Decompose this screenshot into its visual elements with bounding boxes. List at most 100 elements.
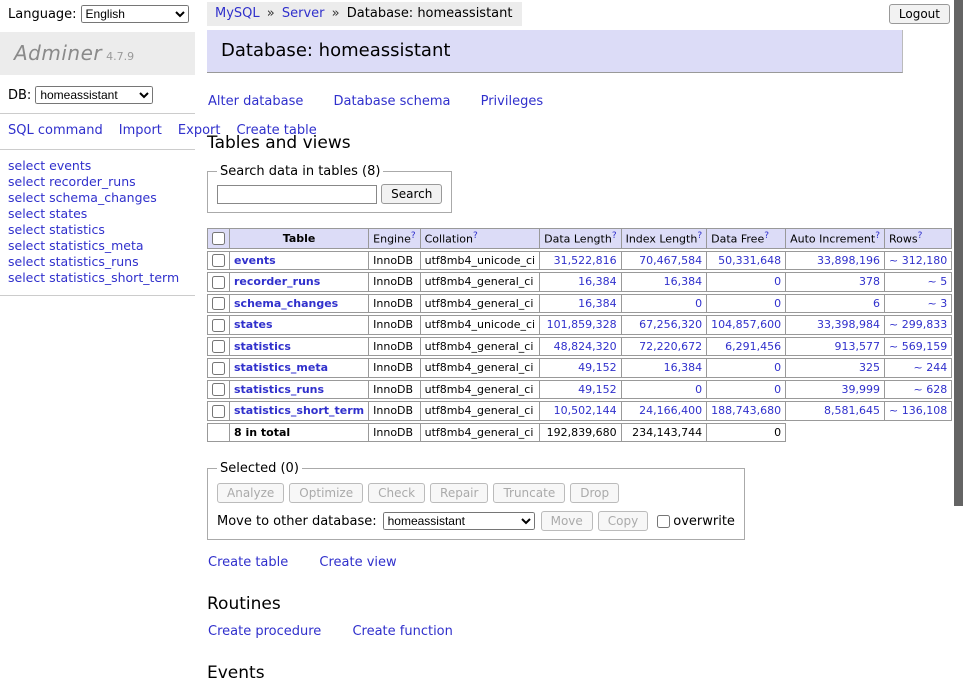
table-name-link[interactable]: statistics_runs — [234, 383, 324, 396]
data-free-link[interactable]: 188,743,680 — [711, 404, 781, 417]
column-help-link[interactable]: ? — [612, 231, 617, 241]
auto-increment-link[interactable]: 39,999 — [842, 383, 881, 396]
auto-increment-link[interactable]: 33,898,196 — [817, 254, 880, 267]
data-length-link[interactable]: 16,384 — [578, 297, 617, 310]
drop-button[interactable]: Drop — [570, 483, 619, 503]
logout-button[interactable]: Logout — [889, 4, 950, 24]
scrollbar-thumb[interactable] — [954, 0, 963, 506]
table-name-link[interactable]: states — [234, 318, 273, 331]
column-help-link[interactable]: ? — [697, 231, 702, 241]
index-length-link[interactable]: 70,467,584 — [639, 254, 702, 267]
auto-increment-link[interactable]: 33,398,984 — [817, 318, 880, 331]
sidebar-table-link[interactable]: statistics_meta — [49, 238, 143, 253]
index-length-link[interactable]: 67,256,320 — [639, 318, 702, 331]
copy-button[interactable]: Copy — [598, 511, 648, 531]
breadcrumb-mysql-link[interactable]: MySQL — [215, 6, 260, 21]
create-procedure-link[interactable]: Create procedure — [208, 624, 321, 639]
index-length-link[interactable]: 0 — [695, 383, 702, 396]
sidebar-table-link[interactable]: statistics — [49, 222, 105, 237]
rows-count-link[interactable]: ~ 299,833 — [889, 318, 947, 331]
table-name-link[interactable]: recorder_runs — [234, 275, 320, 288]
language-select[interactable]: English — [81, 5, 189, 23]
index-length-link[interactable]: 72,220,672 — [639, 340, 702, 353]
analyze-button[interactable]: Analyze — [217, 483, 284, 503]
sidebar-table-link[interactable]: statistics_short_term — [49, 270, 179, 285]
column-help-link[interactable]: ? — [411, 231, 416, 241]
select-link[interactable]: select — [8, 254, 45, 269]
data-length-link[interactable]: 101,859,328 — [547, 318, 617, 331]
sidebar-table-link[interactable]: schema_changes — [49, 190, 157, 205]
rows-count-link[interactable]: ~ 5 — [927, 275, 947, 288]
data-length-link[interactable]: 49,152 — [578, 383, 617, 396]
index-length-link[interactable]: 24,166,400 — [639, 404, 702, 417]
create-function-link[interactable]: Create function — [352, 624, 452, 639]
select-link[interactable]: select — [8, 238, 45, 253]
check-button[interactable]: Check — [368, 483, 425, 503]
column-help-link[interactable]: ? — [764, 231, 769, 241]
sidebar-table-link[interactable]: states — [49, 206, 87, 221]
privileges-link[interactable]: Privileges — [481, 94, 544, 109]
table-name-link[interactable]: statistics_meta — [234, 361, 328, 374]
import-link[interactable]: Import — [119, 123, 162, 138]
search-button[interactable]: Search — [381, 184, 442, 204]
sidebar-table-link[interactable]: statistics_runs — [49, 254, 138, 269]
row-checkbox[interactable] — [212, 276, 225, 289]
create-view-link[interactable]: Create view — [319, 555, 396, 570]
auto-increment-link[interactable]: 913,577 — [835, 340, 881, 353]
sidebar-table-link[interactable]: events — [49, 158, 91, 173]
rows-count-link[interactable]: ~ 244 — [913, 361, 947, 374]
breadcrumb-server-link[interactable]: Server — [282, 6, 325, 21]
database-schema-link[interactable]: Database schema — [334, 94, 451, 109]
table-name-link[interactable]: events — [234, 254, 276, 267]
row-checkbox[interactable] — [212, 405, 225, 418]
table-name-link[interactable]: statistics — [234, 340, 291, 353]
select-link[interactable]: select — [8, 206, 45, 221]
row-checkbox[interactable] — [212, 383, 225, 396]
table-name-link[interactable]: schema_changes — [234, 297, 338, 310]
data-length-link[interactable]: 31,522,816 — [554, 254, 617, 267]
alter-database-link[interactable]: Alter database — [208, 94, 303, 109]
select-link[interactable]: select — [8, 190, 45, 205]
data-free-link[interactable]: 50,331,648 — [718, 254, 781, 267]
table-name-link[interactable]: statistics_short_term — [234, 404, 364, 417]
row-checkbox[interactable] — [212, 340, 225, 353]
index-length-link[interactable]: 16,384 — [664, 361, 703, 374]
data-free-link[interactable]: 0 — [774, 361, 781, 374]
overwrite-checkbox[interactable] — [657, 515, 670, 528]
auto-increment-link[interactable]: 6 — [873, 297, 880, 310]
optimize-button[interactable]: Optimize — [289, 483, 363, 503]
column-help-link[interactable]: ? — [918, 231, 923, 241]
auto-increment-link[interactable]: 378 — [859, 275, 880, 288]
data-length-link[interactable]: 48,824,320 — [554, 340, 617, 353]
column-help-link[interactable]: ? — [875, 231, 880, 241]
data-free-link[interactable]: 0 — [774, 383, 781, 396]
column-help-link[interactable]: ? — [473, 231, 478, 241]
data-free-link[interactable]: 0 — [774, 275, 781, 288]
row-checkbox[interactable] — [212, 362, 225, 375]
index-length-link[interactable]: 0 — [695, 297, 702, 310]
rows-count-link[interactable]: ~ 628 — [913, 383, 947, 396]
rows-count-link[interactable]: ~ 569,159 — [889, 340, 947, 353]
sql-command-link[interactable]: SQL command — [8, 123, 103, 138]
auto-increment-link[interactable]: 8,581,645 — [824, 404, 880, 417]
scrollbar-track[interactable] — [952, 0, 966, 543]
sidebar-table-link[interactable]: recorder_runs — [49, 174, 136, 189]
search-input[interactable] — [217, 185, 377, 204]
create-table-bottom-link[interactable]: Create table — [208, 555, 288, 570]
truncate-button[interactable]: Truncate — [493, 483, 565, 503]
select-link[interactable]: select — [8, 174, 45, 189]
select-link[interactable]: select — [8, 270, 45, 285]
rows-count-link[interactable]: ~ 136,108 — [889, 404, 947, 417]
move-button[interactable]: Move — [541, 511, 593, 531]
adminer-logo[interactable]: Adminer — [14, 41, 102, 65]
select-link[interactable]: select — [8, 222, 45, 237]
data-free-link[interactable]: 104,857,600 — [711, 318, 781, 331]
row-checkbox[interactable] — [212, 254, 225, 267]
data-length-link[interactable]: 16,384 — [578, 275, 617, 288]
data-length-link[interactable]: 10,502,144 — [554, 404, 617, 417]
db-select[interactable]: homeassistant — [35, 86, 153, 104]
rows-count-link[interactable]: ~ 3 — [927, 297, 947, 310]
select-link[interactable]: select — [8, 158, 45, 173]
select-all-checkbox[interactable] — [212, 232, 225, 245]
index-length-link[interactable]: 16,384 — [664, 275, 703, 288]
